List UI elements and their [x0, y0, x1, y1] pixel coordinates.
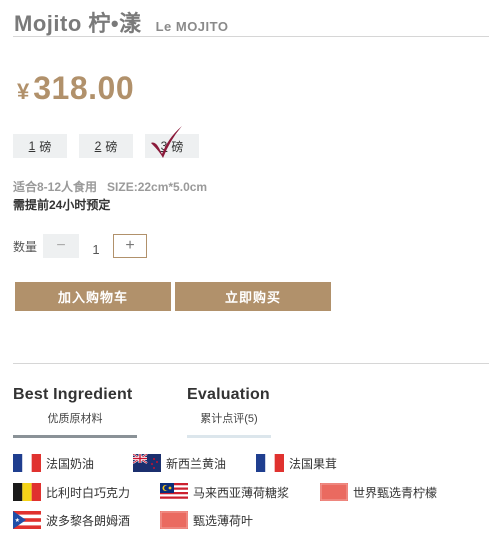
ingredient-label: 新西兰黄油: [166, 456, 227, 471]
tab-evaluation[interactable]: Evaluation 累计点评(5): [187, 386, 271, 438]
ingredient-label: 比利时白巧克力: [46, 485, 131, 500]
tab-title: Evaluation: [187, 386, 270, 403]
size-number: 1: [28, 139, 36, 153]
size-option-2[interactable]: 2磅: [79, 134, 133, 158]
currency-symbol: ¥: [17, 79, 30, 104]
divider: [13, 363, 489, 364]
size-unit: 磅: [39, 139, 52, 154]
ingredient-item: 比利时白巧克力: [13, 483, 130, 501]
size-number: 2: [94, 139, 102, 153]
ingredient-label: 马来西亚薄荷糖浆: [193, 485, 290, 500]
add-to-cart-button[interactable]: 加入购物车: [15, 282, 171, 311]
belgium-flag-icon: [13, 483, 41, 501]
size-dimensions: SIZE:22cm*5.0cm: [107, 180, 208, 194]
serves-text: 适合8-12人食用: [13, 180, 98, 194]
quantity-increase-button[interactable]: +: [113, 234, 148, 258]
france-flag-icon: [13, 454, 41, 472]
ingredient-label: 法国奶油: [46, 456, 95, 471]
preorder-notice: 需提前24小时预定: [13, 198, 111, 212]
spec-line: 适合8-12人食用 SIZE:22cm*5.0cm: [13, 178, 207, 195]
action-buttons: 加入购物车 立即购买: [15, 282, 331, 311]
product-subtitle: Le MOJITO: [155, 19, 229, 34]
red-placeholder-flag-icon: [320, 483, 348, 501]
puerto-rico-flag-icon: [13, 511, 41, 529]
tab-best-ingredient[interactable]: Best Ingredient 优质原材料: [13, 386, 137, 438]
tab-subtitle: 优质原材料: [13, 410, 137, 438]
ingredient-item: 法国奶油: [13, 454, 94, 472]
selected-checkmark-icon: [151, 126, 182, 158]
product-title: Mojito 柠•漾: [14, 11, 142, 36]
price-value: 318.00: [33, 70, 135, 106]
quantity-decrease-button[interactable]: −: [43, 234, 80, 258]
ingredient-item: 波多黎各朗姆酒: [13, 511, 130, 529]
ingredient-label: 波多黎各朗姆酒: [46, 513, 131, 528]
ingredient-label: 世界甄选青柠檬: [353, 485, 438, 500]
divider: [13, 36, 489, 37]
size-option-1[interactable]: 1磅: [13, 134, 67, 158]
product-header: Mojito 柠•漾 Le MOJITO: [14, 6, 228, 38]
ingredient-label: 甄选薄荷叶: [193, 513, 254, 528]
quantity-stepper: 数量 − 1 +: [13, 234, 148, 258]
france-flag-icon: [256, 454, 284, 472]
tab-subtitle: 累计点评(5): [187, 410, 271, 438]
ingredient-item: 世界甄选青柠檬: [320, 483, 437, 501]
size-unit: 磅: [105, 139, 118, 154]
quantity-value[interactable]: 1: [79, 236, 113, 257]
tab-title: Best Ingredient: [13, 386, 133, 403]
ingredient-item: 法国果茸: [256, 454, 337, 472]
red-placeholder-flag-icon: [160, 511, 188, 529]
ingredient-item: 马来西亚薄荷糖浆: [160, 483, 289, 501]
malaysia-flag-icon: [160, 483, 188, 501]
price: ¥ 318.00: [17, 70, 134, 107]
ingredient-item: 甄选薄荷叶: [160, 511, 253, 529]
new-zealand-flag-icon: [133, 454, 161, 472]
quantity-label: 数量: [13, 239, 38, 254]
ingredient-label: 法国果茸: [289, 456, 338, 471]
buy-now-button[interactable]: 立即购买: [175, 282, 331, 311]
ingredient-item: 新西兰黄油: [133, 454, 226, 472]
detail-tabs: Best Ingredient 优质原材料 Evaluation 累计点评(5): [13, 386, 271, 438]
